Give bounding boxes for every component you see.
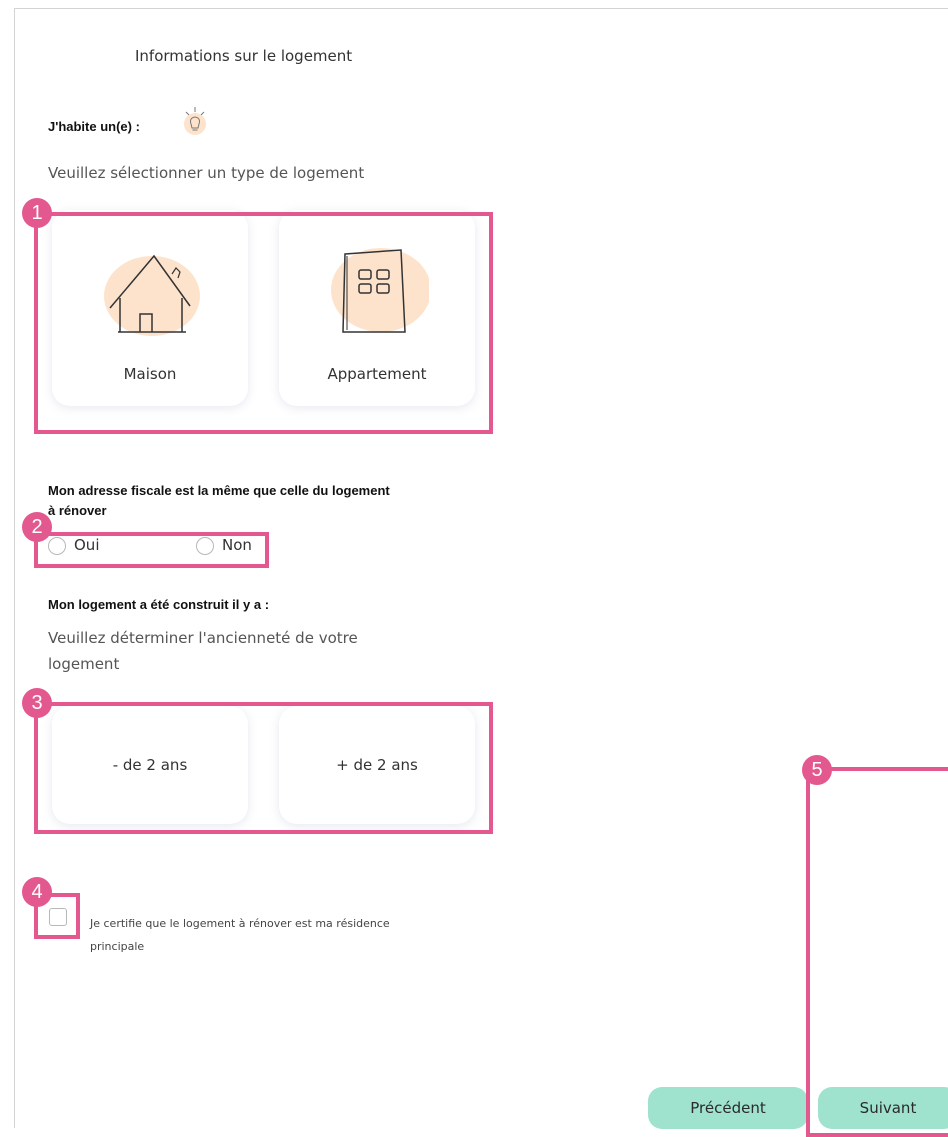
highlight-box-2 xyxy=(34,532,269,568)
highlight-box-5 xyxy=(806,767,948,1137)
fiscal-address-question-cont: à rénover xyxy=(48,503,107,518)
construction-age-question: Mon logement a été construit il y a : xyxy=(48,597,270,612)
page-title: Informations sur le logement xyxy=(135,47,353,65)
annotation-badge-3: 3 xyxy=(22,688,52,718)
certify-label-line1: Je certifie que le logement à rénover es… xyxy=(90,917,390,930)
housing-type-hint: Veuillez sélectionner un type de logemen… xyxy=(48,164,365,182)
highlight-box-1 xyxy=(34,212,493,434)
housing-type-question: J'habite un(e) : xyxy=(48,119,140,134)
certify-label-line2: principale xyxy=(90,940,145,953)
construction-age-hint-cont: logement xyxy=(48,655,120,673)
highlight-box-3 xyxy=(34,702,493,834)
construction-age-hint: Veuillez déterminer l'ancienneté de votr… xyxy=(48,629,358,647)
annotation-badge-1: 1 xyxy=(22,198,52,228)
previous-button[interactable]: Précédent xyxy=(648,1087,808,1129)
certify-label: Je certifie que le logement à rénover es… xyxy=(90,912,470,958)
annotation-badge-4: 4 xyxy=(22,877,52,907)
annotation-badge-2: 2 xyxy=(22,512,52,542)
annotation-badge-5: 5 xyxy=(802,755,832,785)
fiscal-address-question: Mon adresse fiscale est la même que cell… xyxy=(48,483,390,498)
lightbulb-icon[interactable] xyxy=(180,104,210,136)
